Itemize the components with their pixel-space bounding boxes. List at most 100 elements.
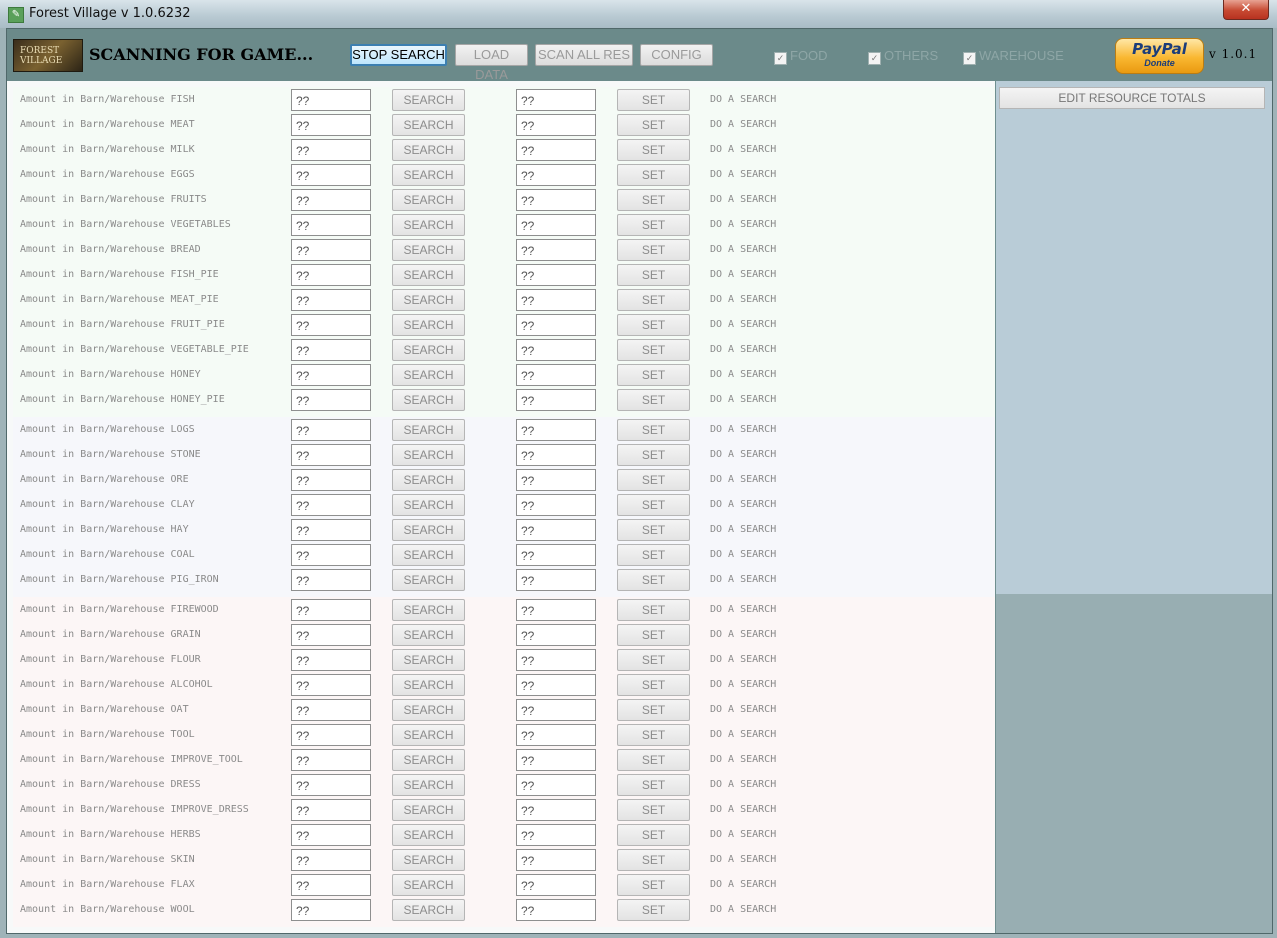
new-amount-field[interactable]: ?? [516, 239, 596, 261]
new-amount-field[interactable]: ?? [516, 824, 596, 846]
paypal-donate-button[interactable]: PayPal Donate [1115, 38, 1204, 74]
search-button[interactable]: SEARCH [392, 289, 465, 311]
load-data-button[interactable]: LOAD DATA [455, 44, 528, 82]
current-amount-field[interactable]: ?? [291, 389, 371, 411]
set-button[interactable]: SET [617, 494, 690, 516]
food-checkbox[interactable]: ✓ FOOD [774, 48, 828, 65]
current-amount-field[interactable]: ?? [291, 699, 371, 721]
config-button[interactable]: CONFIG [640, 44, 713, 66]
search-button[interactable]: SEARCH [392, 444, 465, 466]
new-amount-field[interactable]: ?? [516, 364, 596, 386]
others-checkbox[interactable]: ✓ OTHERS [868, 48, 938, 65]
set-button[interactable]: SET [617, 599, 690, 621]
current-amount-field[interactable]: ?? [291, 164, 371, 186]
checkbox-icon[interactable]: ✓ [774, 52, 787, 65]
new-amount-field[interactable]: ?? [516, 189, 596, 211]
search-button[interactable]: SEARCH [392, 599, 465, 621]
new-amount-field[interactable]: ?? [516, 749, 596, 771]
set-button[interactable]: SET [617, 824, 690, 846]
set-button[interactable]: SET [617, 139, 690, 161]
current-amount-field[interactable]: ?? [291, 724, 371, 746]
new-amount-field[interactable]: ?? [516, 544, 596, 566]
set-button[interactable]: SET [617, 89, 690, 111]
current-amount-field[interactable]: ?? [291, 214, 371, 236]
search-button[interactable]: SEARCH [392, 189, 465, 211]
edit-resource-totals-button[interactable]: EDIT RESOURCE TOTALS [999, 87, 1265, 109]
search-button[interactable]: SEARCH [392, 674, 465, 696]
set-button[interactable]: SET [617, 774, 690, 796]
new-amount-field[interactable]: ?? [516, 599, 596, 621]
close-button[interactable]: ✕ [1223, 0, 1269, 20]
set-button[interactable]: SET [617, 164, 690, 186]
set-button[interactable]: SET [617, 469, 690, 491]
search-button[interactable]: SEARCH [392, 899, 465, 921]
current-amount-field[interactable]: ?? [291, 264, 371, 286]
current-amount-field[interactable]: ?? [291, 364, 371, 386]
set-button[interactable]: SET [617, 189, 690, 211]
search-button[interactable]: SEARCH [392, 89, 465, 111]
new-amount-field[interactable]: ?? [516, 519, 596, 541]
new-amount-field[interactable]: ?? [516, 774, 596, 796]
set-button[interactable]: SET [617, 264, 690, 286]
new-amount-field[interactable]: ?? [516, 419, 596, 441]
new-amount-field[interactable]: ?? [516, 444, 596, 466]
current-amount-field[interactable]: ?? [291, 749, 371, 771]
set-button[interactable]: SET [617, 444, 690, 466]
set-button[interactable]: SET [617, 674, 690, 696]
current-amount-field[interactable]: ?? [291, 419, 371, 441]
set-button[interactable]: SET [617, 799, 690, 821]
current-amount-field[interactable]: ?? [291, 849, 371, 871]
new-amount-field[interactable]: ?? [516, 114, 596, 136]
set-button[interactable]: SET [617, 519, 690, 541]
new-amount-field[interactable]: ?? [516, 164, 596, 186]
current-amount-field[interactable]: ?? [291, 674, 371, 696]
new-amount-field[interactable]: ?? [516, 874, 596, 896]
current-amount-field[interactable]: ?? [291, 599, 371, 621]
search-button[interactable]: SEARCH [392, 214, 465, 236]
new-amount-field[interactable]: ?? [516, 339, 596, 361]
current-amount-field[interactable]: ?? [291, 469, 371, 491]
current-amount-field[interactable]: ?? [291, 139, 371, 161]
current-amount-field[interactable]: ?? [291, 339, 371, 361]
set-button[interactable]: SET [617, 114, 690, 136]
new-amount-field[interactable]: ?? [516, 899, 596, 921]
current-amount-field[interactable]: ?? [291, 314, 371, 336]
warehouse-checkbox[interactable]: ✓ WAREHOUSE [963, 48, 1064, 65]
search-button[interactable]: SEARCH [392, 264, 465, 286]
search-button[interactable]: SEARCH [392, 699, 465, 721]
set-button[interactable]: SET [617, 699, 690, 721]
new-amount-field[interactable]: ?? [516, 314, 596, 336]
current-amount-field[interactable]: ?? [291, 239, 371, 261]
search-button[interactable]: SEARCH [392, 519, 465, 541]
set-button[interactable]: SET [617, 364, 690, 386]
set-button[interactable]: SET [617, 419, 690, 441]
set-button[interactable]: SET [617, 874, 690, 896]
current-amount-field[interactable]: ?? [291, 874, 371, 896]
search-button[interactable]: SEARCH [392, 824, 465, 846]
new-amount-field[interactable]: ?? [516, 569, 596, 591]
current-amount-field[interactable]: ?? [291, 624, 371, 646]
search-button[interactable]: SEARCH [392, 569, 465, 591]
set-button[interactable]: SET [617, 849, 690, 871]
search-button[interactable]: SEARCH [392, 139, 465, 161]
set-button[interactable]: SET [617, 314, 690, 336]
set-button[interactable]: SET [617, 214, 690, 236]
set-button[interactable]: SET [617, 899, 690, 921]
new-amount-field[interactable]: ?? [516, 674, 596, 696]
set-button[interactable]: SET [617, 649, 690, 671]
new-amount-field[interactable]: ?? [516, 289, 596, 311]
search-button[interactable]: SEARCH [392, 724, 465, 746]
search-button[interactable]: SEARCH [392, 749, 465, 771]
search-button[interactable]: SEARCH [392, 389, 465, 411]
stop-search-button[interactable]: STOP SEARCH [350, 44, 447, 66]
new-amount-field[interactable]: ?? [516, 799, 596, 821]
new-amount-field[interactable]: ?? [516, 139, 596, 161]
current-amount-field[interactable]: ?? [291, 774, 371, 796]
search-button[interactable]: SEARCH [392, 314, 465, 336]
new-amount-field[interactable]: ?? [516, 624, 596, 646]
search-button[interactable]: SEARCH [392, 849, 465, 871]
new-amount-field[interactable]: ?? [516, 494, 596, 516]
current-amount-field[interactable]: ?? [291, 649, 371, 671]
current-amount-field[interactable]: ?? [291, 189, 371, 211]
new-amount-field[interactable]: ?? [516, 89, 596, 111]
